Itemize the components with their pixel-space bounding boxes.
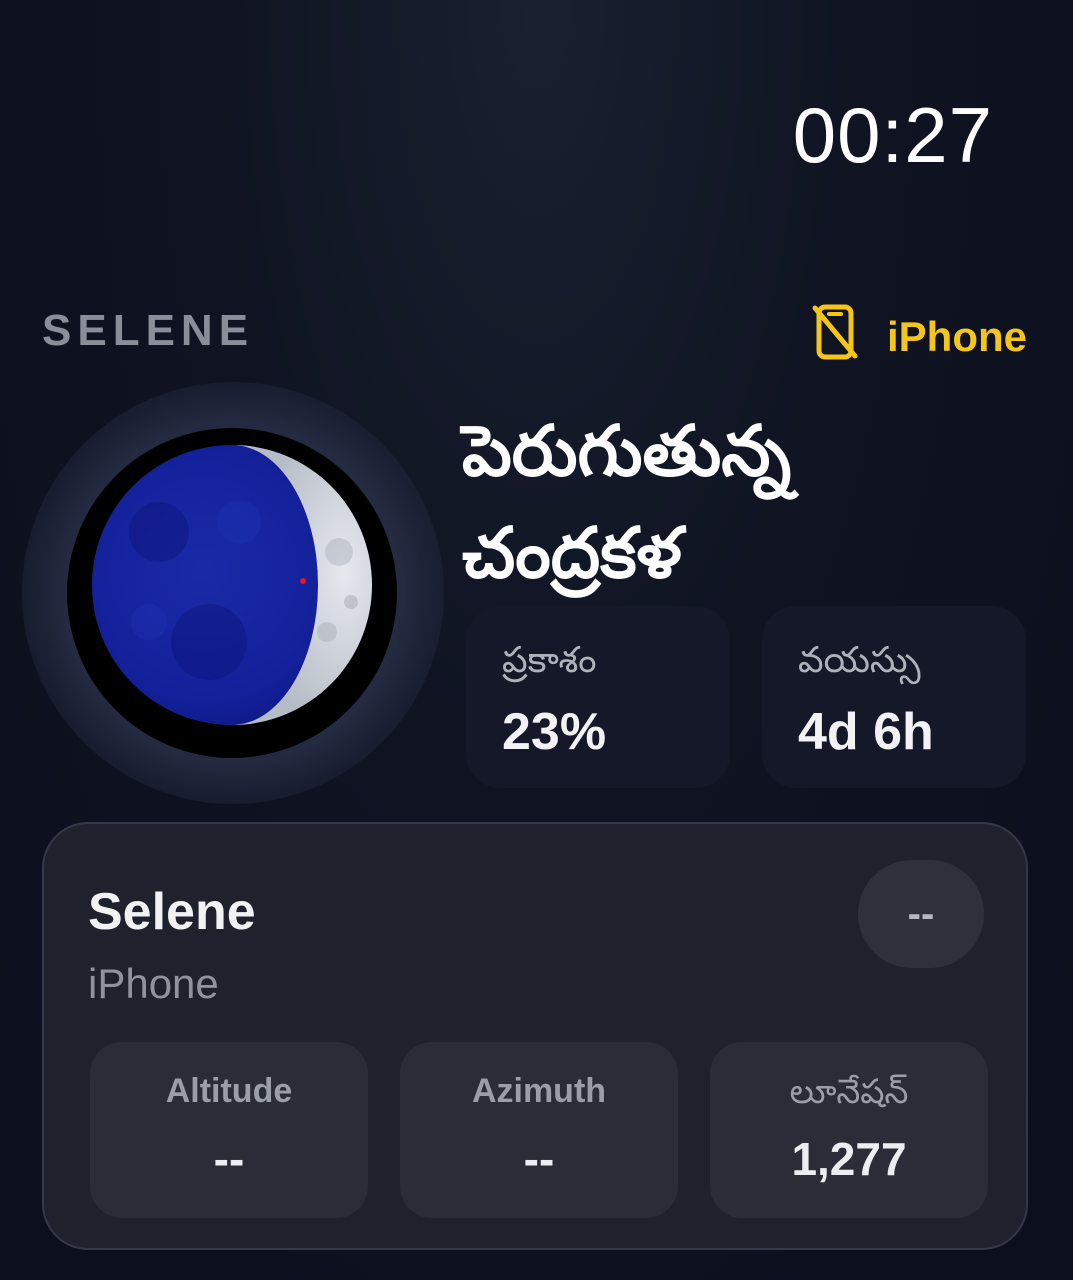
azimuth-value: -- [523, 1133, 555, 1185]
illumination-value: 23% [502, 703, 607, 761]
altitude-metric: Altitude -- [90, 1042, 368, 1218]
illumination-label: ప్రకాశం [502, 640, 597, 681]
device-label: iPhone [886, 313, 1027, 360]
card-badge-button[interactable]: -- [858, 860, 984, 968]
card-title: Selene [88, 883, 256, 941]
altitude-value: -- [213, 1133, 245, 1185]
azimuth-metric: Azimuth -- [400, 1042, 678, 1218]
device-source-tag[interactable]: iPhone [811, 304, 1027, 370]
age-label: వయస్సు [798, 640, 921, 681]
moon-widget-screen: 00:27 SELENE iPhone పెరుగుతున్న చంద్రకళ … [0, 0, 1073, 1280]
age-value: 4d 6h [798, 703, 934, 761]
position-card[interactable]: Selene iPhone -- Altitude -- Azimuth -- … [42, 822, 1028, 1250]
app-brand-label: SELENE [42, 306, 255, 355]
moon-image [92, 445, 372, 725]
phone-off-icon [811, 304, 859, 370]
age-stat: వయస్సు 4d 6h [762, 606, 1026, 788]
azimuth-label: Azimuth [471, 1072, 607, 1110]
moon-phase-visual [22, 382, 444, 804]
lunation-metric: లూనేషన్ 1,277 [710, 1042, 988, 1218]
altitude-label: Altitude [165, 1072, 293, 1110]
lunation-value: 1,277 [791, 1133, 907, 1185]
lunation-label: లూనేషన్ [789, 1072, 909, 1112]
card-subtitle: iPhone [88, 960, 219, 1007]
illumination-stat: ప్రకాశం 23% [466, 606, 730, 788]
status-time: 00:27 [792, 91, 993, 179]
moon-disc-frame [67, 428, 397, 758]
moon-phase-name: పెరుగుతున్న చంద్రకళ [462, 410, 792, 594]
